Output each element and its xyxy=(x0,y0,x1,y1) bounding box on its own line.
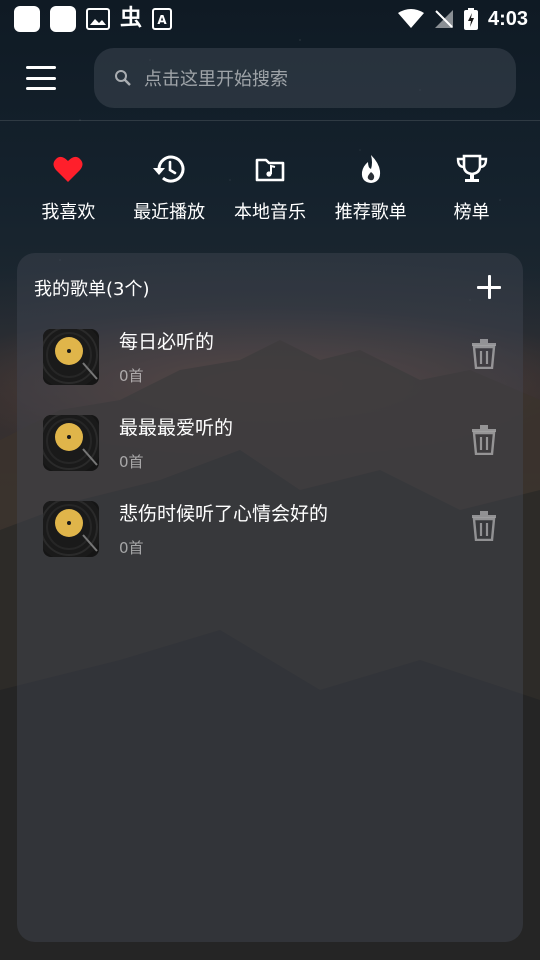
nav-label: 最近播放 xyxy=(133,202,206,223)
add-playlist-button[interactable] xyxy=(477,275,501,299)
playlist-item[interactable]: 悲伤时候听了心情会好的 0首 xyxy=(43,499,507,569)
playlist-name: 最最最爱听的 xyxy=(119,417,234,439)
vinyl-record-icon xyxy=(43,329,99,385)
quick-nav: 我喜欢 最近播放 本地音乐 推荐歌单 榜单 xyxy=(18,152,522,232)
nav-recent[interactable]: 最近播放 xyxy=(119,152,220,232)
nav-recommended[interactable]: 推荐歌单 xyxy=(320,152,421,232)
search-bar[interactable]: 点击这里开始搜索 xyxy=(94,48,516,108)
delete-playlist-button[interactable] xyxy=(471,339,497,370)
nav-label: 推荐歌单 xyxy=(334,202,407,223)
bug-icon: 虫 xyxy=(120,6,143,31)
music-folder-icon xyxy=(253,152,287,186)
search-placeholder: 点击这里开始搜索 xyxy=(144,69,288,90)
nav-label: 榜单 xyxy=(453,202,490,223)
nav-local-music[interactable]: 本地音乐 xyxy=(220,152,321,232)
trash-icon xyxy=(472,511,496,542)
trash-icon xyxy=(472,339,496,370)
text-a-icon: A xyxy=(152,8,173,30)
delete-playlist-button[interactable] xyxy=(471,425,497,456)
nav-charts[interactable]: 榜单 xyxy=(421,152,522,232)
signal-off-icon xyxy=(434,10,453,28)
playlist-count: 0首 xyxy=(119,367,144,385)
delete-playlist-button[interactable] xyxy=(471,511,497,542)
playlist-item[interactable]: 最最最爱听的 0首 xyxy=(43,413,507,483)
nav-label: 我喜欢 xyxy=(41,202,96,223)
trophy-icon xyxy=(455,152,489,186)
image-icon xyxy=(86,8,110,30)
menu-button[interactable] xyxy=(26,66,56,90)
notification-app-icon xyxy=(50,6,76,32)
status-bar: 虫 A 4:03 xyxy=(0,0,540,38)
flame-icon xyxy=(354,152,388,186)
history-icon xyxy=(152,152,186,186)
playlist-name: 每日必听的 xyxy=(119,331,215,353)
battery-charging-icon xyxy=(463,8,478,30)
playlist-item[interactable]: 每日必听的 0首 xyxy=(43,327,507,397)
my-playlists-panel: 我的歌单(3个) 每日必听的 0首 最最最爱听的 0首 悲伤时候听了心情会好的 … xyxy=(17,253,523,942)
vinyl-record-icon xyxy=(43,415,99,471)
heart-icon xyxy=(51,152,85,186)
wifi-icon xyxy=(397,9,424,28)
playlist-count: 0首 xyxy=(119,453,144,471)
clock: 4:03 xyxy=(487,7,528,30)
notification-app-icon xyxy=(14,6,40,32)
playlist-name: 悲伤时候听了心情会好的 xyxy=(119,503,329,525)
svg-text:A: A xyxy=(157,13,167,27)
header: 点击这里开始搜索 xyxy=(0,48,540,108)
nav-favorites[interactable]: 我喜欢 xyxy=(18,152,119,232)
trash-icon xyxy=(472,425,496,456)
playlist-count: 0首 xyxy=(119,539,144,557)
nav-label: 本地音乐 xyxy=(233,202,306,223)
playlists-title: 我的歌单(3个) xyxy=(34,279,150,300)
vinyl-record-icon xyxy=(43,501,99,557)
search-icon xyxy=(115,70,131,86)
header-divider xyxy=(0,120,540,121)
